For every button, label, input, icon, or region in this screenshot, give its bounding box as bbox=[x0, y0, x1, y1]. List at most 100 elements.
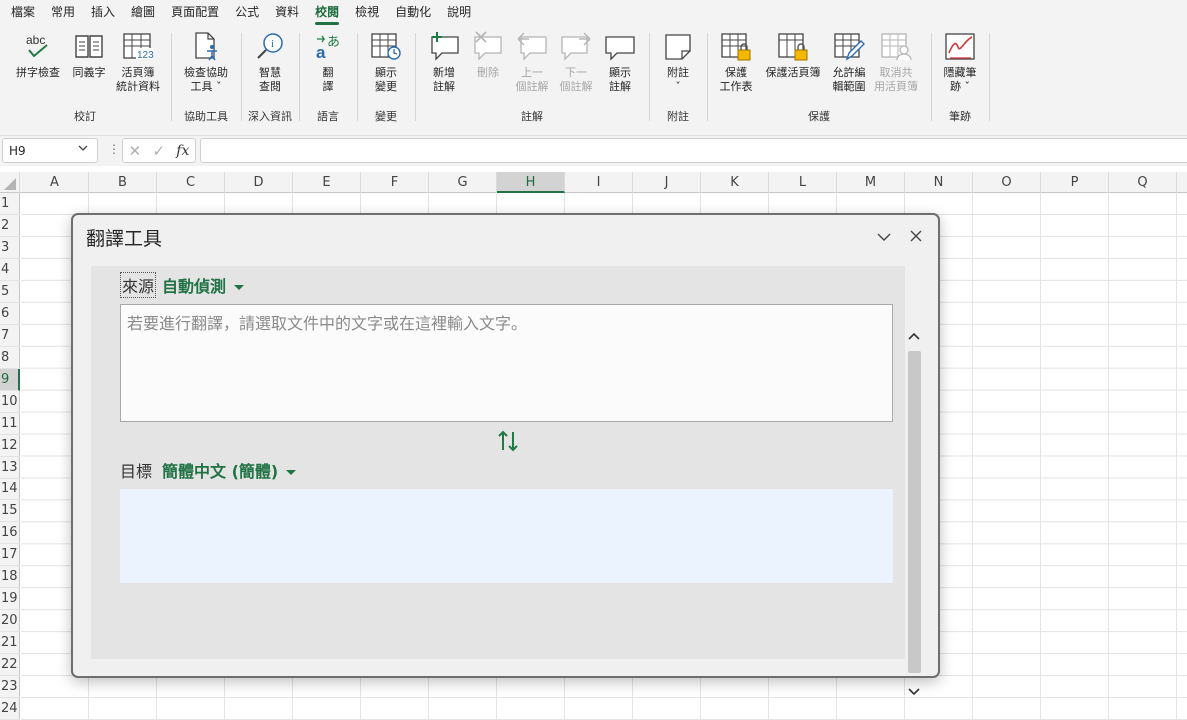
allow-edit-ranges-button[interactable]: 允許編 輯範圍 bbox=[826, 31, 872, 94]
protect-workbook-button[interactable]: 保護活頁簿 bbox=[760, 31, 826, 80]
new-comment-icon bbox=[422, 31, 466, 61]
column-header[interactable]: L bbox=[769, 172, 837, 193]
tab-4[interactable]: 頁面配置 bbox=[163, 3, 227, 27]
scrollbar-thumb[interactable] bbox=[908, 351, 921, 673]
column-header[interactable]: A bbox=[21, 172, 89, 193]
group-insights: i 智慧 查閱 深入資訊 bbox=[242, 27, 298, 127]
tab-8[interactable]: 檢視 bbox=[347, 3, 387, 27]
row-header[interactable]: 8 bbox=[0, 347, 20, 369]
new-comment-button[interactable]: 新增 註解 bbox=[422, 31, 466, 94]
column-header[interactable]: F bbox=[361, 172, 429, 193]
formula-controls: ✕ ✓ fx bbox=[122, 138, 196, 163]
more-options-icon[interactable]: ⋮ bbox=[108, 142, 120, 156]
row-header[interactable]: 1 bbox=[0, 193, 20, 215]
allow-edit-ranges-icon bbox=[826, 31, 872, 61]
row-header[interactable]: 10 bbox=[0, 391, 20, 413]
spelling-button[interactable]: abc 拼字檢查 bbox=[10, 31, 66, 80]
column-header[interactable]: C bbox=[157, 172, 225, 193]
show-changes-button[interactable]: 顯示 變更 bbox=[366, 31, 406, 94]
column-header[interactable]: J bbox=[633, 172, 701, 193]
row-header[interactable]: 15 bbox=[0, 500, 20, 523]
column-header[interactable]: I bbox=[565, 172, 633, 193]
tab-6[interactable]: 資料 bbox=[267, 3, 307, 27]
collapse-icon[interactable] bbox=[876, 229, 892, 245]
notes-button[interactable]: 附註 ˇ bbox=[658, 31, 698, 94]
row-header[interactable]: 7 bbox=[0, 325, 20, 347]
check-accessibility-button[interactable]: 檢查協助 工具 ˇ bbox=[176, 31, 236, 94]
unshare-workbook-button[interactable]: 取消共 用活頁簿 bbox=[872, 31, 920, 94]
translate-button[interactable]: aあ 翻 譯 bbox=[308, 31, 348, 94]
tab-3[interactable]: 繪圖 bbox=[123, 3, 163, 27]
column-header[interactable]: K bbox=[701, 172, 769, 193]
column-header[interactable]: H bbox=[497, 172, 565, 193]
source-language-dropdown[interactable]: 自動偵測 bbox=[162, 273, 245, 297]
row-header[interactable]: 6 bbox=[0, 303, 20, 325]
column-header[interactable]: E bbox=[293, 172, 361, 193]
column-header[interactable]: D bbox=[225, 172, 293, 193]
row-header[interactable]: 13 bbox=[0, 457, 20, 479]
swap-languages-icon[interactable] bbox=[495, 428, 521, 454]
protect-sheet-button[interactable]: 保護 工作表 bbox=[712, 31, 760, 94]
row-header[interactable]: 22 bbox=[0, 654, 20, 677]
cancel-icon[interactable]: ✕ bbox=[129, 142, 142, 160]
formula-bar: H9 ⋮ ✕ ✓ fx bbox=[0, 136, 1187, 166]
hide-ink-button[interactable]: 隱藏筆 跡 ˇ bbox=[936, 31, 984, 94]
column-header[interactable]: G bbox=[429, 172, 497, 193]
source-text-input[interactable]: 若要進行翻譯，請選取文件中的文字或在這裡輸入文字。 bbox=[120, 304, 893, 422]
close-icon[interactable] bbox=[908, 228, 924, 244]
chevron-down-icon[interactable] bbox=[77, 142, 89, 157]
group-changes: 顯示 變更 變更 bbox=[358, 27, 414, 127]
name-box[interactable]: H9 bbox=[2, 138, 98, 163]
row-header[interactable]: 24 bbox=[0, 698, 20, 720]
row-header[interactable]: 23 bbox=[0, 676, 20, 699]
insert-function-icon[interactable]: fx bbox=[176, 143, 189, 159]
select-all-button[interactable] bbox=[0, 172, 20, 193]
tab-9[interactable]: 自動化 bbox=[387, 3, 439, 27]
next-comment-button[interactable]: 下一 個註解 bbox=[556, 31, 596, 94]
row-header[interactable]: 11 bbox=[0, 413, 20, 435]
confirm-icon[interactable]: ✓ bbox=[152, 142, 165, 160]
row-header[interactable]: 9 bbox=[0, 368, 20, 391]
target-language-dropdown[interactable]: 簡體中文 (簡體) bbox=[162, 458, 297, 482]
tab-1[interactable]: 常用 bbox=[43, 3, 83, 27]
svg-text:i: i bbox=[271, 38, 274, 50]
row-header[interactable]: 3 bbox=[0, 237, 20, 259]
column-header[interactable]: O bbox=[973, 172, 1041, 193]
show-comments-button[interactable]: 顯示 註解 bbox=[600, 31, 640, 94]
row-header[interactable]: 18 bbox=[0, 566, 20, 589]
tab-7[interactable]: 校閱 bbox=[307, 3, 347, 27]
column-header[interactable]: B bbox=[89, 172, 157, 193]
row-header[interactable]: 14 bbox=[0, 478, 20, 501]
row-header[interactable]: 21 bbox=[0, 632, 20, 655]
ribbon: abc 拼字檢查 同義字 123 活頁簿 統計資料 校訂 檢查協助 工具 ˇ 協… bbox=[0, 27, 1187, 127]
column-header[interactable]: N bbox=[905, 172, 973, 193]
tab-5[interactable]: 公式 bbox=[227, 3, 267, 27]
book-icon bbox=[68, 31, 110, 61]
column-header[interactable]: M bbox=[837, 172, 905, 193]
scroll-up-icon[interactable] bbox=[907, 329, 921, 345]
column-header[interactable]: Q bbox=[1109, 172, 1177, 193]
tab-0[interactable]: 檔案 bbox=[3, 3, 43, 27]
thesaurus-button[interactable]: 同義字 bbox=[68, 31, 110, 80]
row-header[interactable]: 20 bbox=[0, 610, 20, 633]
formula-input[interactable] bbox=[200, 138, 1187, 163]
smart-lookup-icon: i bbox=[248, 31, 292, 61]
tab-10[interactable]: 說明 bbox=[439, 3, 479, 27]
tab-2[interactable]: 插入 bbox=[83, 3, 123, 27]
workbook-statistics-button[interactable]: 123 活頁簿 統計資料 bbox=[111, 31, 165, 94]
delete-comment-button[interactable]: 刪除 bbox=[468, 31, 508, 80]
row-header[interactable]: 17 bbox=[0, 544, 20, 567]
row-header[interactable]: 12 bbox=[0, 435, 20, 457]
translator-pane: 來源 自動偵測 若要進行翻譯，請選取文件中的文字或在這裡輸入文字。 目標 簡體中… bbox=[91, 266, 921, 696]
smart-lookup-button[interactable]: i 智慧 查閱 bbox=[248, 31, 292, 94]
column-header[interactable]: P bbox=[1041, 172, 1109, 193]
previous-comment-button[interactable]: 上一 個註解 bbox=[512, 31, 552, 94]
svg-text:123: 123 bbox=[137, 50, 154, 61]
scroll-down-icon[interactable] bbox=[907, 683, 921, 699]
row-header[interactable]: 2 bbox=[0, 215, 20, 237]
row-header[interactable]: 5 bbox=[0, 281, 20, 303]
vertical-scrollbar[interactable] bbox=[907, 329, 921, 699]
row-header[interactable]: 16 bbox=[0, 522, 20, 545]
row-header[interactable]: 19 bbox=[0, 588, 20, 611]
row-header[interactable]: 4 bbox=[0, 259, 20, 281]
